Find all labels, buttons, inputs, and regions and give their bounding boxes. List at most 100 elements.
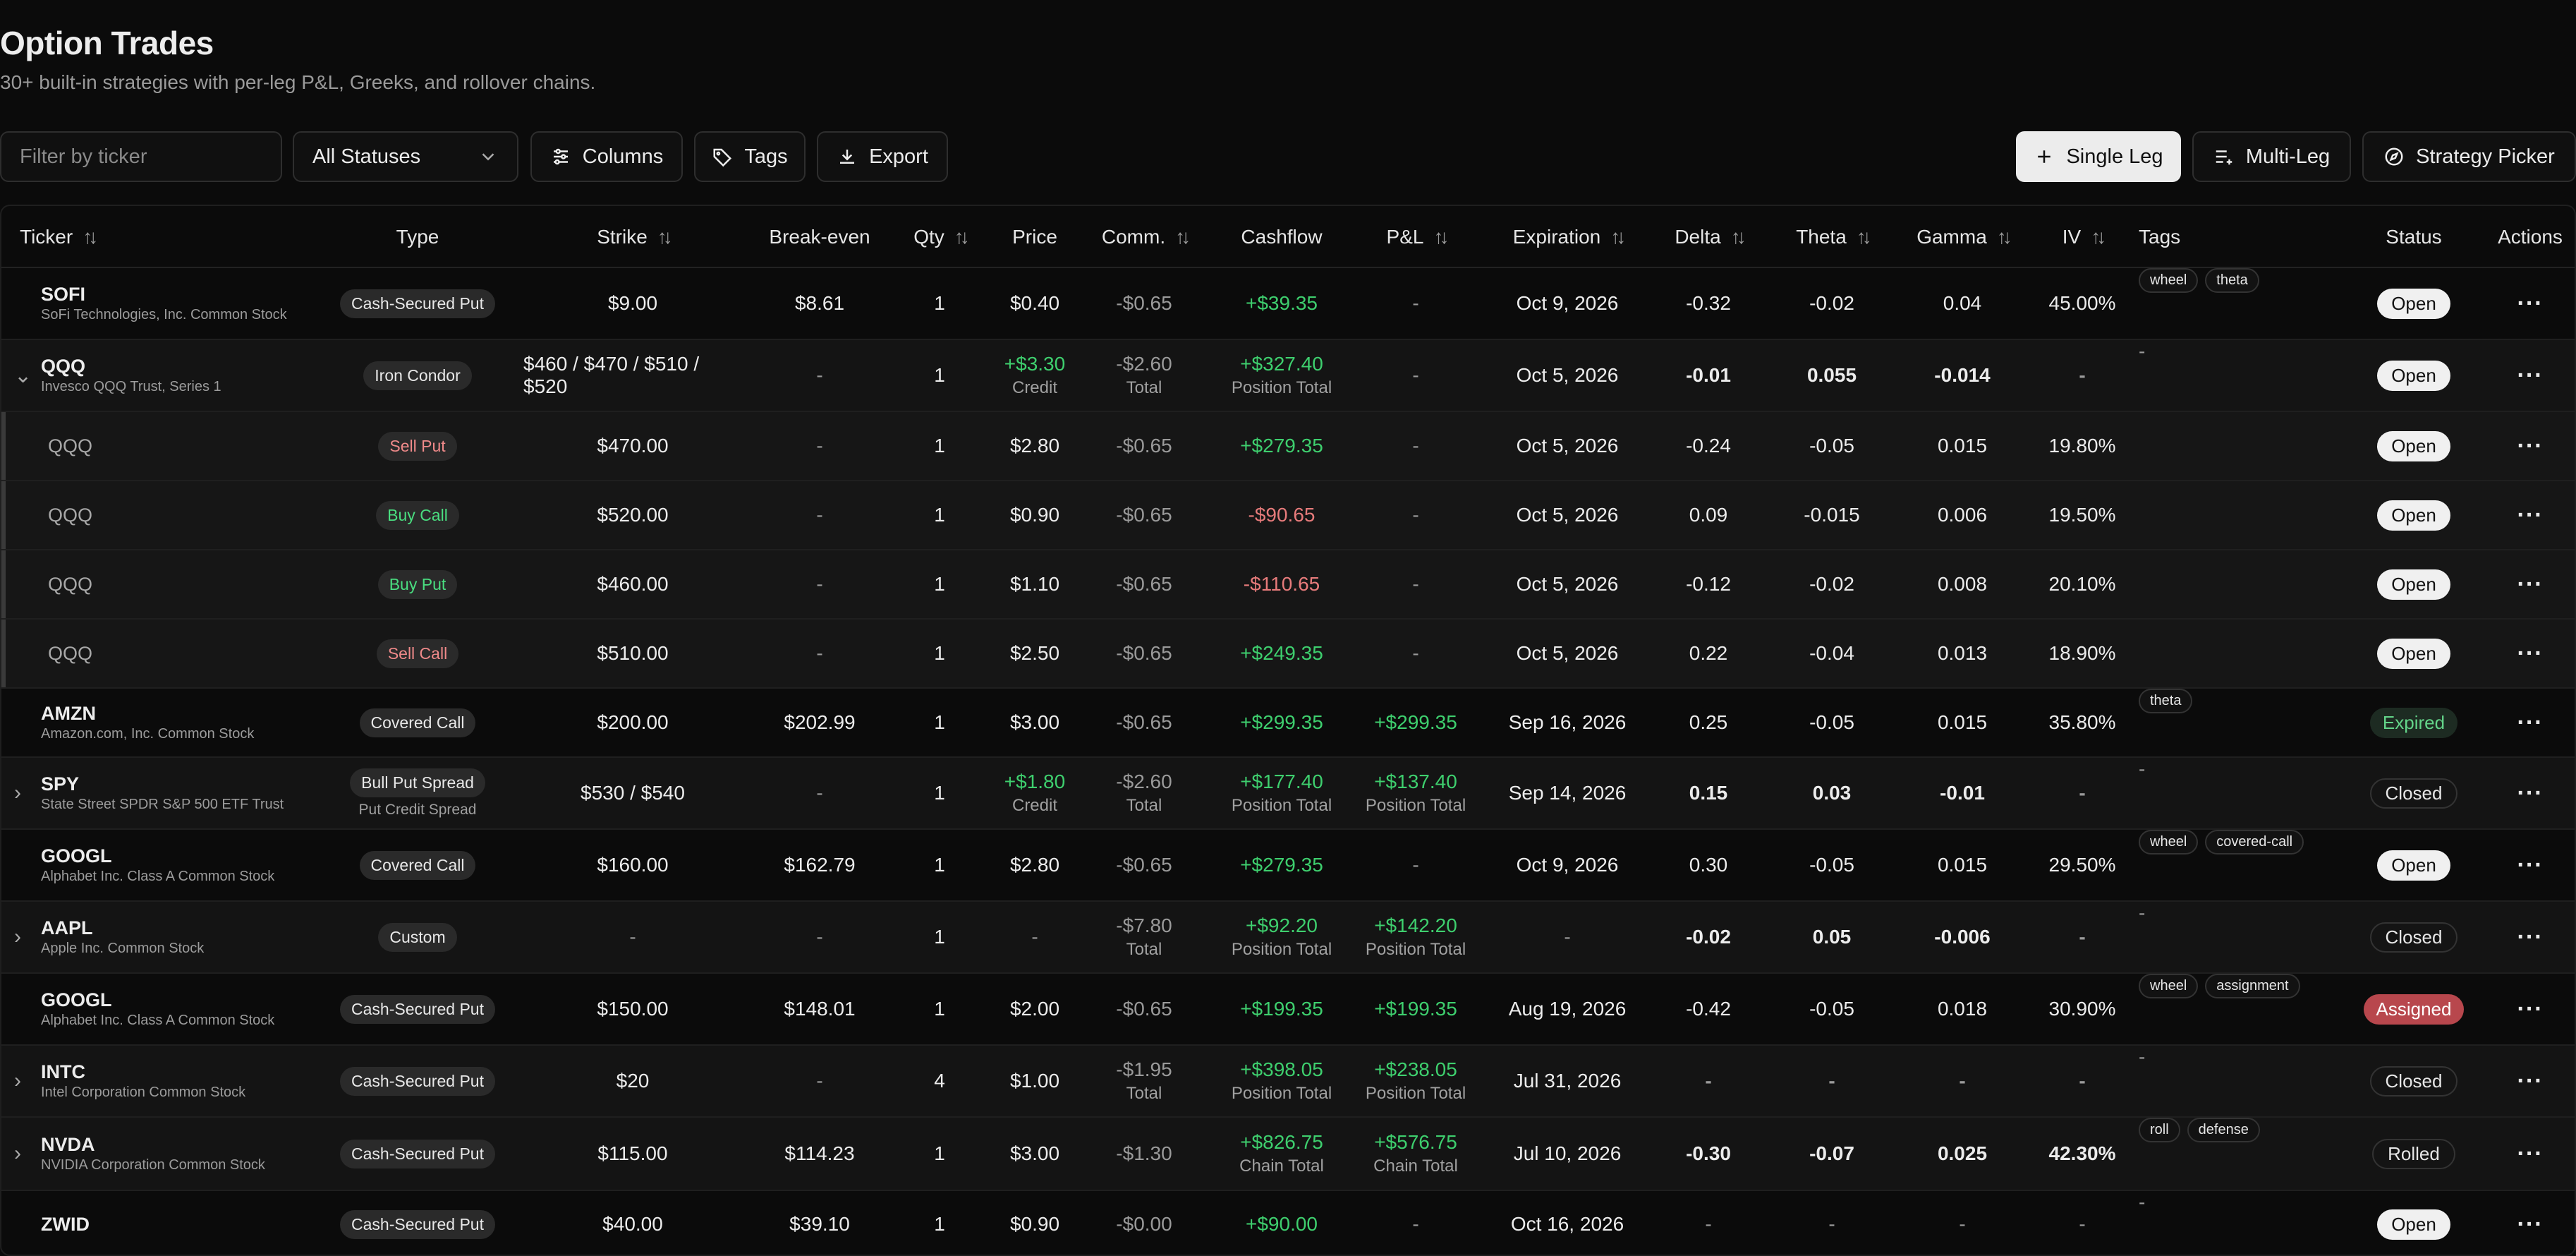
- tags-button[interactable]: Tags: [694, 131, 806, 182]
- chevron-right-icon[interactable]: ›: [14, 902, 21, 972]
- table-row[interactable]: › AAPL Apple Inc. Common Stock Custom - - 1 - - -…: [1, 902, 2575, 974]
- table-row[interactable]: GOOGL Alphabet Inc. Class A Common Stock C…: [1, 830, 2575, 902]
- col-delta-label: Delta: [1675, 226, 1721, 248]
- more-actions-icon[interactable]: ···: [2517, 709, 2544, 737]
- more-actions-icon[interactable]: ···: [2517, 1140, 2544, 1168]
- chevron-right-icon[interactable]: ›: [14, 758, 21, 828]
- col-ticker[interactable]: Ticker ↑↓: [20, 206, 161, 268]
- ticker-symbol: GOOGL: [41, 845, 112, 866]
- iv-value: -: [2079, 1070, 2086, 1092]
- more-actions-icon[interactable]: ···: [2517, 1211, 2544, 1238]
- col-qty[interactable]: Qty ↑↓: [897, 206, 982, 268]
- export-button[interactable]: Export: [817, 131, 948, 182]
- columns-button[interactable]: Columns: [530, 131, 683, 182]
- cell-type: Sell Put: [333, 412, 502, 480]
- table-row[interactable]: GOOGL Alphabet Inc. Class A Common Stock C…: [1, 974, 2575, 1046]
- gamma-value: 0.013: [1937, 642, 1988, 664]
- more-actions-icon[interactable]: ···: [2517, 1068, 2544, 1095]
- more-actions-icon[interactable]: ···: [2517, 433, 2544, 460]
- col-strike[interactable]: Strike ↑↓: [523, 206, 742, 268]
- toolbar: Filter by ticker All Statuses Columns Ta…: [0, 131, 2576, 182]
- pnl-value: +$142.20: [1374, 914, 1457, 936]
- iv-value: -: [2079, 782, 2086, 804]
- iv-value: 29.50%: [2048, 854, 2116, 876]
- cell-breakeven: $8.61: [749, 268, 890, 339]
- table-row[interactable]: AMZN Amazon.com, Inc. Common Stock Covered…: [1, 689, 2575, 758]
- strike-value: $460.00: [597, 573, 669, 595]
- cell-theta: -: [1772, 1046, 1892, 1116]
- more-actions-icon[interactable]: ···: [2517, 852, 2544, 879]
- table-row[interactable]: › NVDA NVIDIA Corporation Common Stock Cash…: [1, 1118, 2575, 1191]
- multi-leg-button[interactable]: Multi-Leg: [2192, 131, 2351, 182]
- strategy-picker-button[interactable]: Strategy Picker: [2362, 131, 2576, 182]
- cell-pnl: -: [1356, 268, 1476, 339]
- strategy-type-badge: Cash-Secured Put: [340, 1066, 495, 1096]
- strike-value: $470.00: [597, 435, 669, 457]
- chevron-down-icon[interactable]: ⌄: [14, 340, 32, 411]
- cell-theta: -0.05: [1772, 689, 1892, 756]
- col-cashflow: Cashflow: [1215, 206, 1349, 268]
- cell-iv: 29.50%: [2033, 830, 2132, 900]
- tags-empty: -: [2139, 340, 2146, 362]
- col-expiration[interactable]: Expiration ↑↓: [1483, 206, 1652, 268]
- cell-comm: -$2.60 Total: [1081, 758, 1208, 828]
- status-select[interactable]: All Statuses: [293, 131, 518, 182]
- more-actions-icon[interactable]: ···: [2517, 924, 2544, 951]
- price-sub: Credit: [1011, 378, 1058, 397]
- col-iv[interactable]: IV ↑↓: [2033, 206, 2132, 268]
- cell-comm: -$2.60 Total: [1081, 340, 1208, 411]
- iv-value: -: [2079, 926, 2086, 948]
- more-actions-icon[interactable]: ···: [2517, 780, 2544, 807]
- leg-row[interactable]: QQQ Sell Put $470.00 - 1 Oct 5, 2026 $2.80 -$0.…: [1, 412, 2575, 481]
- more-actions-icon[interactable]: ···: [2517, 290, 2544, 318]
- table-row[interactable]: › SPY State Street SPDR S&P 500 ETF Trust B…: [1, 758, 2575, 830]
- cell-tags: wheel assignment: [2139, 974, 2350, 1044]
- table-row[interactable]: SOFI SoFi Technologies, Inc. Common Stock…: [1, 268, 2575, 340]
- ticker-name: Alphabet Inc. Class A Common Stock: [41, 869, 275, 884]
- table-row[interactable]: › INTC Intel Corporation Common Stock Cash-…: [1, 1046, 2575, 1118]
- leg-row[interactable]: QQQ Buy Put $460.00 - 1 Oct 5, 2026 $1.10 -$0.6…: [1, 550, 2575, 620]
- single-leg-button[interactable]: Single Leg: [2016, 131, 2181, 182]
- commission-value: -$0.65: [1116, 292, 1172, 314]
- col-pnl[interactable]: P&L ↑↓: [1356, 206, 1476, 268]
- commission-value: -$0.65: [1116, 504, 1172, 526]
- expiration-value: Oct 9, 2026: [1516, 854, 1619, 876]
- commission-value: -$0.65: [1116, 998, 1172, 1020]
- cell-expiration: Jul 10, 2026: [1483, 1118, 1652, 1190]
- ticker-symbol: SOFI: [41, 284, 86, 305]
- cell-delta: 0.22: [1652, 620, 1765, 687]
- price-value: +$3.30: [1004, 353, 1066, 375]
- chevron-right-icon[interactable]: ›: [14, 1118, 21, 1190]
- tag-chip: wheel: [2139, 974, 2199, 998]
- cell-actions: ···: [2491, 1046, 2569, 1116]
- status-badge: Closed: [2369, 1065, 2458, 1097]
- leg-row[interactable]: QQQ Buy Call $520.00 - 1 Oct 5, 2026 $0.90 -$0.…: [1, 481, 2575, 550]
- cell-breakeven: -: [749, 1046, 890, 1116]
- more-actions-icon[interactable]: ···: [2517, 640, 2544, 668]
- col-expiration-label: Expiration: [1512, 226, 1601, 248]
- leg-row[interactable]: QQQ Sell Call $510.00 - 1 Oct 5, 2026 $2.50 -$0…: [1, 620, 2575, 689]
- plus-icon: [2038, 150, 2051, 163]
- pnl-value: -: [1412, 292, 1419, 314]
- col-comm[interactable]: Comm. ↑↓: [1081, 206, 1208, 268]
- col-gamma[interactable]: Gamma ↑↓: [1899, 206, 2026, 268]
- chevron-right-icon[interactable]: ›: [14, 1046, 21, 1116]
- more-actions-icon[interactable]: ···: [2517, 362, 2544, 390]
- ticker-symbol: ZWID: [41, 1213, 90, 1235]
- col-delta[interactable]: Delta ↑↓: [1652, 206, 1765, 268]
- cell-breakeven: -: [749, 481, 890, 549]
- ticker-filter-input[interactable]: Filter by ticker: [0, 131, 282, 182]
- more-actions-icon[interactable]: ···: [2517, 996, 2544, 1023]
- more-actions-icon[interactable]: ···: [2517, 502, 2544, 529]
- more-actions-icon[interactable]: ···: [2517, 571, 2544, 598]
- table-row[interactable]: ⌄ QQQ Invesco QQQ Trust, Series 1 Iron Cond…: [1, 340, 2575, 412]
- leg-ticker: QQQ: [48, 642, 93, 664]
- col-theta[interactable]: Theta ↑↓: [1772, 206, 1892, 268]
- cell-strike: -: [523, 902, 742, 972]
- commission-sub: Total: [1126, 796, 1162, 815]
- cell-theta: -0.02: [1772, 550, 1892, 618]
- price-value: $3.00: [1009, 711, 1060, 733]
- cell-expiration: Oct 9, 2026: [1483, 268, 1652, 339]
- pnl-value: -: [1412, 642, 1419, 664]
- table-row[interactable]: ZWID Cash-Secured Put $40.00 $39.10 1 Oct 16,…: [1, 1191, 2575, 1255]
